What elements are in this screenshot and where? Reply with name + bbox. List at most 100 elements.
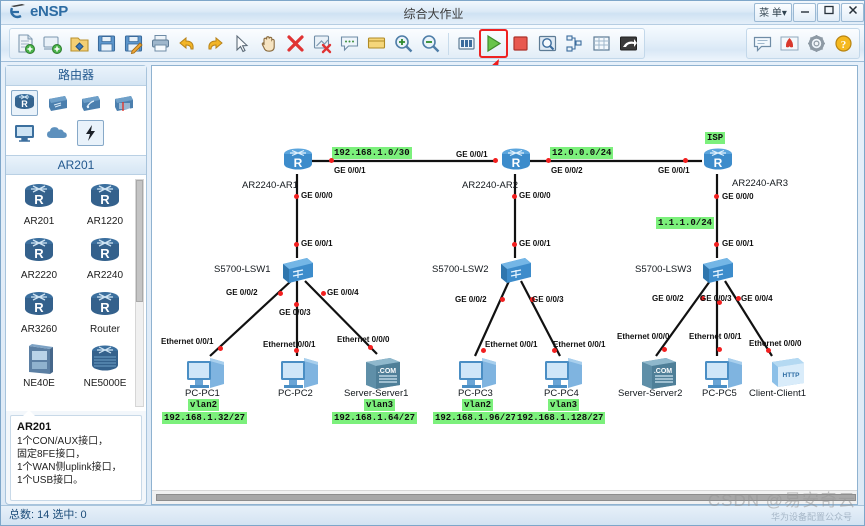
svg-text:?: ?: [841, 39, 847, 51]
host-client1-label: Client-Client1: [749, 388, 807, 399]
if-lsw3-ge004: GE 0/0/4: [741, 294, 773, 303]
device-ar2240[interactable]: R AR2240: [72, 235, 138, 289]
router-ar1[interactable]: R: [278, 146, 318, 181]
add-shape-icon[interactable]: [364, 31, 389, 56]
delete-icon[interactable]: [283, 31, 308, 56]
wlan-icon[interactable]: [77, 90, 104, 116]
link-endpoint-dot: [512, 242, 517, 247]
router-icon[interactable]: R: [11, 90, 38, 116]
terminal-icon[interactable]: [11, 120, 38, 146]
huawei-icon[interactable]: [777, 31, 802, 56]
device-router[interactable]: R Router: [72, 289, 138, 343]
stop-all-icon[interactable]: [508, 31, 533, 56]
open-icon[interactable]: [67, 31, 92, 56]
switch-lsw1[interactable]: [278, 255, 318, 290]
toolbar-divider: [448, 32, 449, 55]
if-ar2-ge002: GE 0/0/2: [551, 166, 583, 175]
comment-icon[interactable]: [750, 31, 775, 56]
server-icon: .COM: [642, 358, 676, 389]
add-note-icon[interactable]: [337, 31, 362, 56]
minimize-icon: [800, 11, 809, 13]
palette-model-title: AR201: [6, 155, 146, 175]
zoom-out-icon[interactable]: [418, 31, 443, 56]
new-topology-icon[interactable]: [13, 31, 38, 56]
start-all-icon[interactable]: [479, 29, 508, 58]
if-lsw3-ge001: GE 0/0/1: [722, 239, 754, 248]
undo-icon[interactable]: [175, 31, 200, 56]
minimize-button[interactable]: [793, 3, 816, 22]
firewall-icon[interactable]: [110, 90, 137, 116]
subnet-tag-isp: ISP: [705, 132, 726, 144]
redo-icon[interactable]: [202, 31, 227, 56]
new-device-icon[interactable]: [40, 31, 65, 56]
maximize-button[interactable]: [817, 3, 840, 22]
connection-icon[interactable]: [77, 120, 104, 146]
canvas-hscrollbar-thumb[interactable]: [156, 494, 856, 501]
link-endpoint-dot: [766, 348, 771, 353]
save-as-icon[interactable]: [121, 31, 146, 56]
router-icon: R: [91, 238, 119, 261]
if-ar2-ge001: GE 0/0/1: [456, 150, 488, 159]
show-port-icon[interactable]: [454, 31, 479, 56]
device-ar3260[interactable]: R AR3260: [6, 289, 72, 343]
link-endpoint-dot: [512, 194, 517, 199]
router-ar3[interactable]: R: [698, 146, 738, 181]
if-pc4-eth: Ethernet 0/0/1: [553, 340, 606, 349]
link-endpoint-dot: [368, 345, 373, 350]
router-icon: R: [91, 184, 119, 207]
help-icon[interactable]: ?: [831, 31, 856, 56]
settings-gear-icon[interactable]: [804, 31, 829, 56]
link-endpoint-dot: [493, 158, 498, 163]
device-ne40e[interactable]: NE40E: [6, 343, 72, 397]
print-icon[interactable]: [148, 31, 173, 56]
svg-text:R: R: [512, 156, 521, 170]
device-ar2220[interactable]: R AR2220: [6, 235, 72, 289]
select-pointer-icon[interactable]: [229, 31, 254, 56]
palette-category-icons: R: [6, 86, 146, 155]
device-label: AR2240: [86, 270, 124, 281]
grid-icon[interactable]: [589, 31, 614, 56]
topology-tree-icon[interactable]: [562, 31, 587, 56]
svg-text:R: R: [21, 99, 28, 109]
if-pc5-eth: Ethernet 0/0/1: [689, 332, 742, 341]
switch-lsw2[interactable]: [496, 255, 536, 290]
switch-icon[interactable]: [44, 90, 71, 116]
device-ne5000e[interactable]: NE5000E: [72, 343, 138, 397]
hand-pan-icon[interactable]: [256, 31, 281, 56]
palette-scrollbar-thumb[interactable]: [136, 180, 143, 302]
zoom-in-icon[interactable]: [391, 31, 416, 56]
if-lsw3-ge002: GE 0/0/2: [652, 294, 684, 303]
device-ar1220[interactable]: R AR1220: [72, 181, 138, 235]
close-button[interactable]: [841, 3, 864, 22]
svg-text:R: R: [100, 246, 110, 261]
client-icon: HTTP: [772, 358, 804, 387]
canvas-hscrollbar[interactable]: [152, 490, 857, 504]
svg-text:.COM: .COM: [654, 368, 672, 375]
palette-scrollbar[interactable]: [135, 179, 144, 407]
device-label: AR201: [23, 216, 55, 227]
cloud-icon[interactable]: [44, 120, 71, 146]
link-endpoint-dot: [278, 291, 283, 296]
server-icon: .COM: [366, 358, 400, 389]
pc-icon: [281, 358, 318, 388]
capture-packet-icon[interactable]: [535, 31, 560, 56]
restore-icon[interactable]: [616, 31, 641, 56]
link-endpoint-dot: [714, 194, 719, 199]
menu-button[interactable]: 菜 单▾: [754, 3, 792, 22]
bigrouter-icon: [92, 345, 118, 371]
save-icon[interactable]: [94, 31, 119, 56]
if-pc3-eth: Ethernet 0/0/1: [485, 340, 538, 349]
topology-canvas[interactable]: ISP R AR2240-AR1 R AR2240-AR2 R AR2240-A…: [151, 65, 858, 505]
chassis-icon: [29, 344, 53, 374]
svg-text:.COM: .COM: [378, 368, 396, 375]
device-label: NE5000E: [83, 378, 127, 389]
subnet-tag-pc1: 192.168.1.32/27: [162, 412, 248, 424]
switch-lsw3-label: S5700-LSW3: [635, 264, 692, 275]
delete-link-icon[interactable]: [310, 31, 335, 56]
router-ar2[interactable]: R: [496, 146, 536, 181]
switch-lsw3[interactable]: [698, 255, 738, 290]
router-ar2-label: AR2240-AR2: [462, 180, 518, 191]
device-ar201[interactable]: R AR201: [6, 181, 72, 235]
switch-icon: [283, 258, 313, 283]
if-ar2-ge000: GE 0/0/0: [519, 191, 551, 200]
